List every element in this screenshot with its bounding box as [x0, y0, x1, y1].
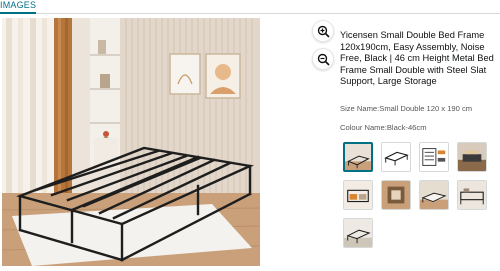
- thumbnail-5[interactable]: [343, 180, 373, 210]
- thumbnail-8[interactable]: [457, 180, 487, 210]
- size-name-value: Small Double 120 x 190 cm: [379, 104, 473, 113]
- colour-name-label: Colour Name:: [340, 123, 387, 132]
- thumbnail-4[interactable]: [457, 142, 487, 172]
- zoom-out-icon: [317, 53, 330, 66]
- size-name-line: Size Name:Small Double 120 x 190 cm: [340, 104, 472, 113]
- size-name-label: Size Name:: [340, 104, 380, 113]
- thumbnail-6[interactable]: [381, 180, 411, 210]
- zoom-in-button[interactable]: [312, 20, 334, 42]
- tab-images[interactable]: IMAGES: [0, 0, 37, 14]
- thumbnail-9[interactable]: [343, 218, 373, 248]
- colour-name-value: Black-46cm: [386, 123, 427, 132]
- thumbnail-2[interactable]: [381, 142, 411, 172]
- colour-name-line: Colour Name:Black-46cm: [340, 123, 427, 132]
- zoom-out-button[interactable]: [312, 48, 334, 70]
- zoom-in-icon: [317, 25, 330, 38]
- main-product-image[interactable]: [2, 18, 260, 266]
- thumbnail-7[interactable]: [419, 180, 449, 210]
- thumbnail-1[interactable]: [343, 142, 373, 172]
- product-title: Yicensen Small Double Bed Frame 120x190c…: [340, 30, 494, 87]
- thumbnail-3[interactable]: [419, 142, 449, 172]
- media-tab-bar: IMAGES: [0, 0, 500, 14]
